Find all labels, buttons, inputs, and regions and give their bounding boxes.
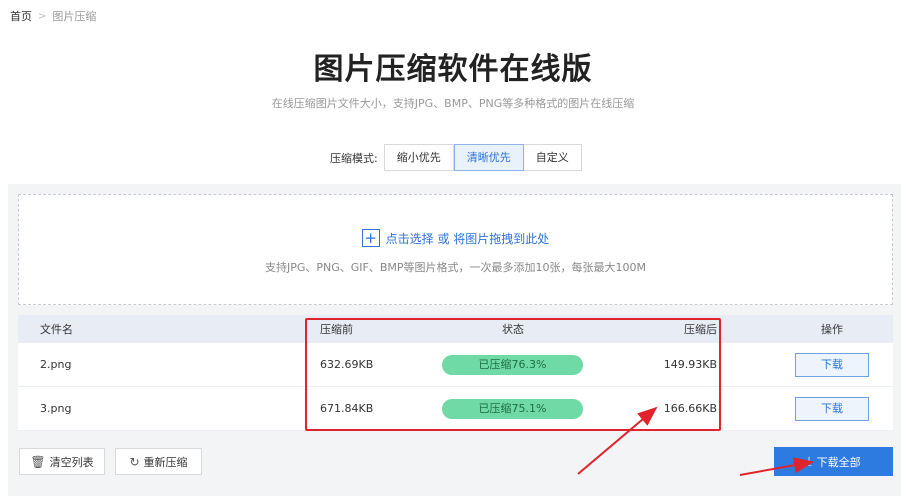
header-operation: 操作: [821, 323, 843, 336]
refresh-icon: ↻: [129, 454, 140, 469]
compression-mode-label: 压缩模式:: [330, 151, 378, 165]
header-filename: 文件名: [40, 323, 73, 336]
mode-custom-button[interactable]: 自定义: [523, 145, 581, 170]
plus-icon: +: [361, 229, 380, 247]
file-table: 文件名 压缩前 状态 压缩后 操作 2.png 632.69KB 已压缩76.3…: [18, 315, 893, 431]
download-button[interactable]: 下载: [795, 352, 869, 377]
download-all-button[interactable]: ⤓ 下载全部: [774, 447, 893, 476]
table-row: 3.png 671.84KB 已压缩75.1% 166.66KB 下载: [18, 387, 893, 431]
recompress-button[interactable]: ↻ 重新压缩: [115, 448, 202, 475]
download-icon: ⤓: [806, 454, 812, 468]
download-button[interactable]: 下载: [795, 396, 869, 421]
page-title: 图片压缩软件在线版: [313, 52, 593, 87]
size-after: 149.93KB: [663, 358, 717, 371]
file-name: 3.png: [40, 402, 72, 415]
compression-mode-selector: 压缩模式: 缩小优先 清晰优先 自定义: [330, 144, 582, 171]
upload-hint: 支持JPG、PNG、GIF、BMP等图片格式，一次最多添加10张，每张最大100…: [264, 261, 647, 274]
size-before: 671.84KB: [320, 402, 374, 415]
table-header: 文件名 压缩前 状态 压缩后 操作: [18, 315, 893, 343]
upload-dropzone[interactable]: + 点击选择 或 将图片拖拽到此处 支持JPG、PNG、GIF、BMP等图片格式…: [18, 194, 893, 305]
upload-action[interactable]: + 点击选择 或 将图片拖拽到此处: [19, 229, 892, 247]
download-all-label: 下载全部: [816, 455, 861, 469]
status-badge: 已压缩76.3%: [442, 354, 583, 375]
upload-action-text: 点击选择 或 将图片拖拽到此处: [385, 231, 550, 246]
status-badge: 已压缩75.1%: [442, 398, 583, 419]
clear-list-label: 清空列表: [49, 455, 94, 469]
recompress-label: 重新压缩: [143, 455, 188, 469]
size-before: 632.69KB: [320, 358, 374, 371]
clear-list-button[interactable]: 🗑 清空列表: [19, 448, 105, 475]
size-after: 166.66KB: [663, 402, 717, 415]
compression-mode-group: 缩小优先 清晰优先 自定义: [383, 144, 582, 171]
mode-clarity-first-button[interactable]: 清晰优先: [453, 144, 524, 171]
breadcrumb-current: 图片压缩: [52, 10, 97, 23]
page-subtitle: 在线压缩图片文件大小，支持JPG、BMP、PNG等多种格式的图片在线压缩: [271, 97, 635, 110]
breadcrumb: 首页 > 图片压缩: [10, 8, 96, 24]
mode-size-first-button[interactable]: 缩小优先: [384, 145, 454, 170]
breadcrumb-home-link[interactable]: 首页: [10, 8, 32, 24]
header-after: 压缩后: [684, 323, 717, 336]
file-name: 2.png: [40, 358, 72, 371]
header-before: 压缩前: [320, 323, 353, 336]
header-status: 状态: [502, 323, 524, 336]
table-row: 2.png 632.69KB 已压缩76.3% 149.93KB 下载: [18, 343, 893, 387]
trash-icon: 🗑: [30, 454, 46, 469]
breadcrumb-separator: >: [38, 10, 47, 22]
